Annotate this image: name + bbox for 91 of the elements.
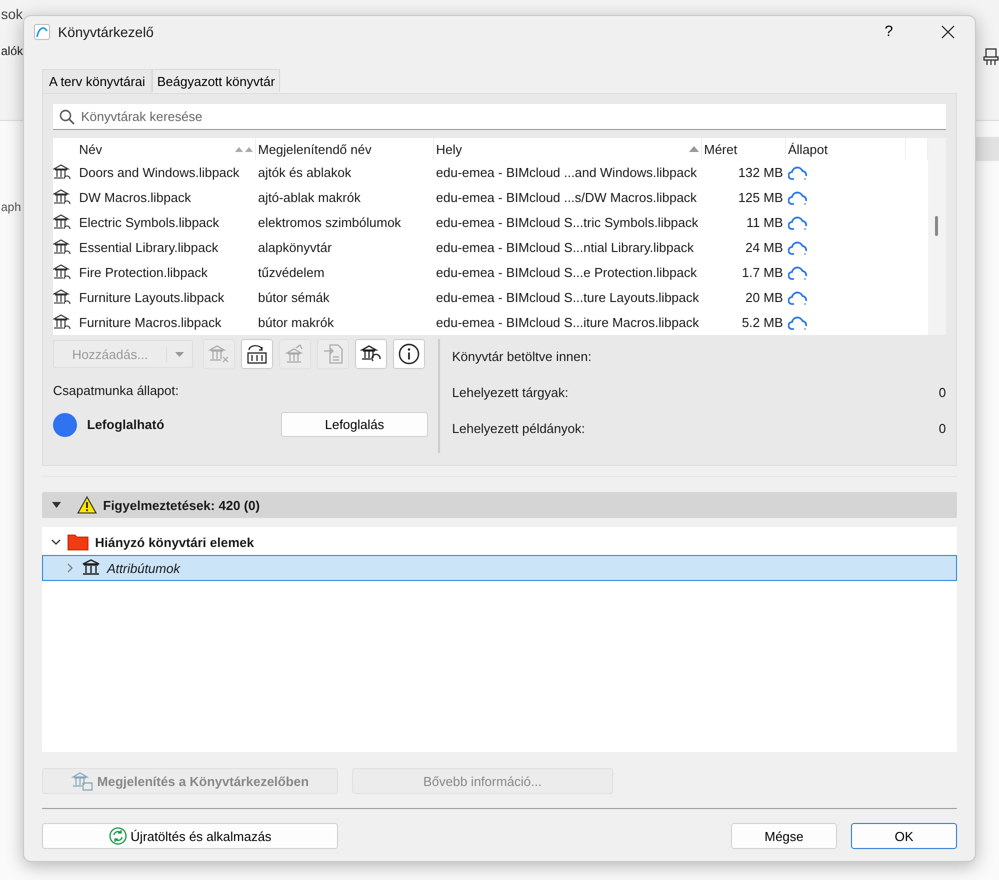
- library-remove-icon: [208, 344, 230, 364]
- table-cell-text: Furniture Macros.libpack: [78, 315, 222, 330]
- info-icon: [398, 343, 420, 365]
- info-value: 0: [938, 385, 946, 402]
- info-label: Lehelyezett példányok:: [452, 421, 585, 438]
- column-header[interactable]: Méret: [702, 138, 786, 160]
- column-header[interactable]: Hely: [434, 138, 702, 160]
- caret-icon: [175, 352, 184, 356]
- table-cell-text: edu-emea - BIMcloud S...iture Macros.libpack: [435, 315, 700, 330]
- table-cell-text: 5.2 MB: [740, 315, 784, 330]
- table-cell-text: Essential Library.libpack: [78, 240, 220, 255]
- cloud-icon: [788, 314, 808, 330]
- library-icon: [53, 288, 73, 306]
- menu-item[interactable]: sok: [1, 6, 23, 22]
- library-icon: [53, 164, 73, 182]
- warnings-header[interactable]: Figyelmeztetések: 420 (0): [42, 492, 957, 518]
- library-icon: [53, 188, 73, 206]
- table-cell-text: Electric Symbols.libpack: [78, 215, 220, 230]
- info-label: Könyvtár betöltve innen:: [452, 349, 592, 366]
- toolbar-label: alók: [1, 44, 24, 58]
- column-header[interactable]: Állapot: [786, 138, 906, 160]
- table-cell-text: Furniture Layouts.libpack: [78, 290, 226, 305]
- table-cell-text: 11 MB: [745, 215, 784, 230]
- sort-icon: [235, 146, 253, 152]
- table-cell-text: edu-emea - BIMcloud S...ture Layouts.libpack: [435, 290, 700, 305]
- ok-button[interactable]: OK: [851, 823, 957, 849]
- tool-button[interactable]: [241, 339, 273, 369]
- table-cell-text: edu-emea - BIMcloud S...tric Symbols.libpack: [435, 215, 700, 230]
- table-cell-text: bútor sémák: [257, 290, 331, 305]
- info-value: 0: [938, 421, 946, 438]
- warning-icon: [77, 496, 97, 514]
- library-icon: [71, 771, 94, 791]
- cancel-button[interactable]: Mégse: [731, 823, 837, 849]
- table-cell-text: edu-emea - BIMcloud S...e Protection.libpack: [435, 265, 698, 280]
- library-icon: [53, 238, 73, 256]
- cloud-icon: [788, 264, 808, 280]
- teamwork-status-label: Csapatmunka állapot:: [53, 383, 180, 398]
- table-cell-text: 125 MB: [737, 190, 784, 205]
- tool-button[interactable]: [393, 339, 425, 369]
- search-icon: [59, 109, 75, 125]
- table-cell-text: alapkönyvtár: [257, 240, 333, 255]
- table-cell-text: DW Macros.libpack: [78, 190, 192, 205]
- table-cell-text: Doors and Windows.libpack: [78, 165, 240, 180]
- table-cell-text: elektromos szimbólumok: [257, 215, 402, 230]
- tree-item[interactable]: Hiányzó könyvtári elemek: [42, 529, 957, 555]
- tree-item[interactable]: Attribútumok: [42, 555, 957, 581]
- status-text: Lefoglalható: [87, 417, 164, 432]
- window-title: Könyvtárkezelő: [58, 24, 154, 40]
- library-icon: [81, 559, 101, 577]
- table-cell-text: 132 MB: [737, 165, 784, 180]
- table-cell-text: bútor makrók: [257, 315, 335, 330]
- library-icon: [53, 314, 73, 332]
- scrollbar-thumb[interactable]: [935, 216, 938, 236]
- table-cell-text: tűzvédelem: [257, 265, 326, 280]
- cloud-icon: [788, 164, 808, 180]
- table-cell-text: Fire Protection.libpack: [78, 265, 209, 280]
- sort-icon: [689, 146, 699, 152]
- brush-icon[interactable]: [983, 48, 999, 66]
- cloud-icon: [788, 240, 808, 256]
- library-swap-icon: [246, 344, 268, 364]
- tool-button[interactable]: [355, 339, 387, 369]
- help-button[interactable]: ?: [884, 23, 893, 40]
- column-header[interactable]: Név: [77, 138, 256, 160]
- folder-icon: [67, 533, 89, 551]
- table-cell-text: 20 MB: [744, 290, 784, 305]
- warnings-title: Figyelmeztetések: 420 (0): [103, 498, 260, 512]
- library-icon: [53, 264, 73, 282]
- table-cell-text: edu-emea - BIMcloud S...ntial Library.libpack: [435, 240, 695, 255]
- import-file-icon: [322, 344, 344, 364]
- reserve-button[interactable]: Lefoglalás: [281, 412, 428, 437]
- table-cell-text: ajtó-ablak makrók: [257, 190, 362, 205]
- library-refresh-icon: [360, 344, 382, 364]
- cloud-icon: [788, 190, 808, 206]
- search-field[interactable]: Könyvtárak keresése: [53, 104, 946, 130]
- tab[interactable]: Beágyazott könyvtár: [152, 69, 280, 92]
- table-cell-text: 24 MB: [744, 240, 784, 255]
- close-icon[interactable]: [941, 24, 955, 38]
- side-label: aph: [1, 200, 22, 214]
- cloud-icon: [788, 290, 808, 306]
- info-label: Lehelyezett tárgyak:: [452, 385, 568, 402]
- table-cell-text: 1.7 MB: [740, 265, 784, 280]
- app-icon: [34, 24, 50, 40]
- column-header[interactable]: Megjelenítendő név: [256, 138, 434, 160]
- table-cell-text: edu-emea - BIMcloud ...s/DW Macros.libpack: [435, 190, 698, 205]
- library-icon: [53, 214, 73, 232]
- table-cell-text: ajtók és ablakok: [257, 165, 352, 180]
- tab[interactable]: A terv könyvtárai: [42, 69, 152, 93]
- refresh-icon: [108, 827, 127, 845]
- reload-apply-button[interactable]: Újratöltés és alkalmazás: [42, 823, 338, 849]
- cloud-icon: [788, 214, 808, 230]
- table-cell-text: edu-emea - BIMcloud ...and Windows.libpack: [435, 165, 698, 180]
